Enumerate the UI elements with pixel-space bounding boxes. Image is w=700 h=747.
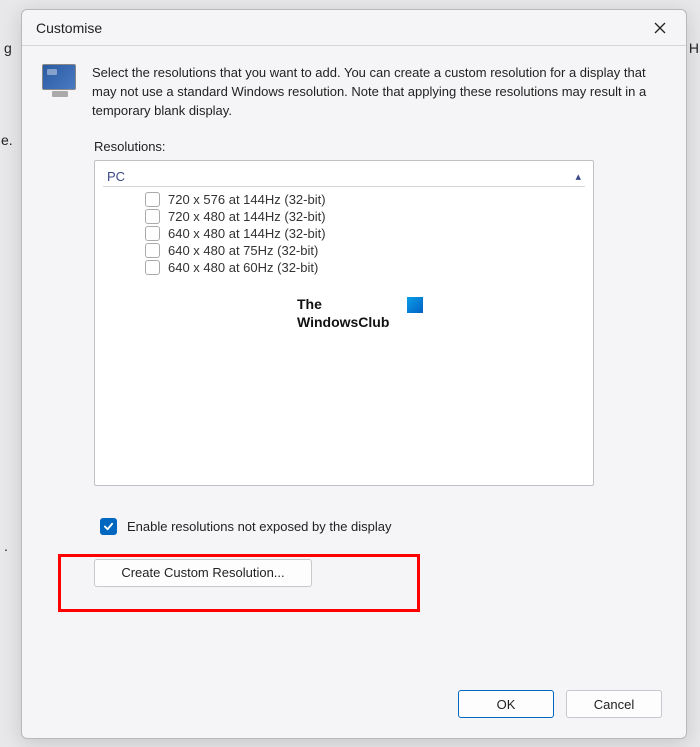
pc-group-header[interactable]: PC ▴ — [103, 167, 585, 187]
enable-resolutions-checkbox[interactable] — [100, 518, 117, 535]
customise-dialog: Customise Select the resolutions that yo… — [21, 9, 687, 739]
windows-logo-icon — [407, 297, 423, 313]
create-custom-resolution-button[interactable]: Create Custom Resolution... — [94, 559, 312, 587]
resolutions-label: Resolutions: — [94, 139, 662, 154]
chevron-up-icon: ▴ — [575, 170, 581, 183]
enable-resolutions-label: Enable resolutions not exposed by the di… — [127, 519, 392, 534]
close-icon — [654, 22, 666, 34]
resolution-item[interactable]: 640 x 480 at 144Hz (32-bit) — [145, 225, 585, 242]
background-text: g — [4, 40, 12, 56]
dialog-button-row: OK Cancel — [42, 690, 662, 722]
checkmark-icon — [103, 521, 114, 532]
resolution-item[interactable]: 640 x 480 at 75Hz (32-bit) — [145, 242, 585, 259]
resolution-checkbox[interactable] — [145, 209, 160, 224]
ok-button[interactable]: OK — [458, 690, 554, 718]
dialog-title: Customise — [36, 20, 102, 36]
resolution-checkbox[interactable] — [145, 226, 160, 241]
enable-resolutions-row[interactable]: Enable resolutions not exposed by the di… — [100, 518, 662, 535]
close-button[interactable] — [646, 14, 674, 42]
resolution-checkbox[interactable] — [145, 192, 160, 207]
dialog-content: Select the resolutions that you want to … — [22, 46, 686, 738]
resolution-item[interactable]: 720 x 480 at 144Hz (32-bit) — [145, 208, 585, 225]
resolution-list: 720 x 576 at 144Hz (32-bit) 720 x 480 at… — [103, 191, 585, 276]
background-text: e. — [1, 132, 13, 148]
title-bar: Customise — [22, 10, 686, 46]
resolution-label: 640 x 480 at 60Hz (32-bit) — [168, 260, 318, 275]
monitor-icon — [42, 64, 78, 100]
pc-group-label: PC — [107, 169, 125, 184]
dialog-description: Select the resolutions that you want to … — [92, 64, 662, 121]
resolution-item[interactable]: 720 x 576 at 144Hz (32-bit) — [145, 191, 585, 208]
resolution-label: 720 x 576 at 144Hz (32-bit) — [168, 192, 326, 207]
resolution-label: 640 x 480 at 75Hz (32-bit) — [168, 243, 318, 258]
resolution-label: 640 x 480 at 144Hz (32-bit) — [168, 226, 326, 241]
resolutions-listbox[interactable]: PC ▴ 720 x 576 at 144Hz (32-bit) 720 x 4… — [94, 160, 594, 486]
watermark: The WindowsClub — [297, 295, 423, 331]
resolution-label: 720 x 480 at 144Hz (32-bit) — [168, 209, 326, 224]
resolution-item[interactable]: 640 x 480 at 60Hz (32-bit) — [145, 259, 585, 276]
resolution-checkbox[interactable] — [145, 243, 160, 258]
resolution-checkbox[interactable] — [145, 260, 160, 275]
background-text: . — [4, 538, 8, 554]
cancel-button[interactable]: Cancel — [566, 690, 662, 718]
